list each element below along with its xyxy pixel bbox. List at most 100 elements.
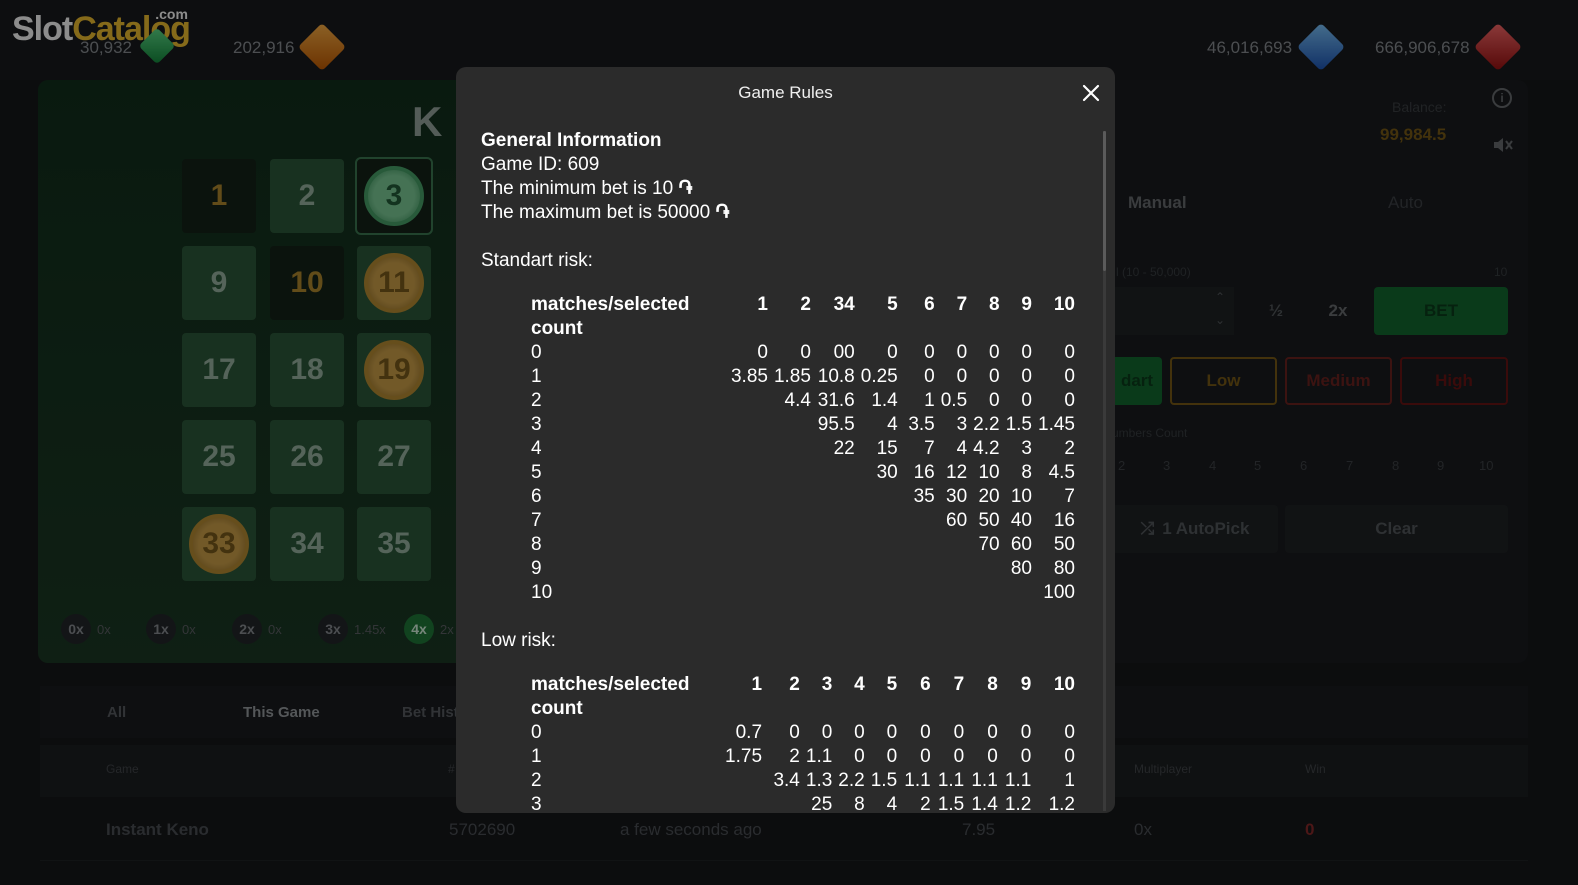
row-match-count: 5 xyxy=(531,462,542,483)
modal-header: Game Rules xyxy=(456,67,1115,119)
payout-cell: 0 xyxy=(1064,722,1075,743)
rules-content: General Information Game ID: 609 The min… xyxy=(481,129,1081,813)
payout-cell: 16 xyxy=(913,462,935,483)
table-col-header: 1 xyxy=(757,294,768,315)
payout-cell: 80 xyxy=(1010,558,1032,579)
payout-cell: 0 xyxy=(989,390,1000,411)
payout-cell: 00 xyxy=(833,342,855,363)
row-match-count: 4 xyxy=(531,438,542,459)
row-match-count: 9 xyxy=(531,558,542,579)
payout-cell: 60 xyxy=(946,510,968,531)
row-match-count: 1 xyxy=(531,366,542,387)
table-col-header: 7 xyxy=(953,674,965,695)
payout-cell: 1.4 xyxy=(871,390,898,411)
payout-cell: 0 xyxy=(956,342,968,363)
table-row: 6 35 30 20 10 7 xyxy=(531,485,1081,509)
payout-cell: 0 xyxy=(854,722,865,743)
payout-cell: 2 xyxy=(920,794,931,813)
payout-cell: 0 xyxy=(854,746,865,767)
payout-cell: 0 xyxy=(1020,746,1032,767)
payout-cell xyxy=(774,509,817,533)
payout-cell: 1.1 xyxy=(904,770,931,791)
payout-cell: 20 xyxy=(978,486,1000,507)
payout-cell: 0 xyxy=(920,746,931,767)
table-col-header: 6 xyxy=(924,294,935,315)
payout-cell: 1.1 xyxy=(937,770,965,791)
payout-cell: 22 xyxy=(833,438,855,459)
payout-cell: 2 xyxy=(1064,438,1075,459)
payout-cell xyxy=(725,769,768,793)
scrollbar-thumb[interactable] xyxy=(1103,131,1106,271)
payout-cell: 0.7 xyxy=(735,722,763,743)
payout-cell xyxy=(861,485,904,509)
payout-cell xyxy=(774,533,817,557)
payout-cell: 0 xyxy=(987,722,998,743)
row-match-count: 3 xyxy=(531,414,542,435)
payout-cell: 0 xyxy=(821,722,833,743)
table-col-header: 5 xyxy=(886,674,898,695)
payout-cell: 4.2 xyxy=(973,438,1000,459)
table-row: 1 1.75 2 1.1 0 0 0 0 0 0 0 xyxy=(531,745,1081,769)
table-row: 1 3.85 1.85 10.8 0.25 0 0 0 0 0 xyxy=(531,365,1081,389)
payout-cell: 1.4 xyxy=(971,794,998,813)
table-row: 3 25 8 4 2 1.5 1.4 1.2 1.2 xyxy=(531,793,1081,813)
payout-cell: 0 xyxy=(789,722,800,743)
close-button[interactable] xyxy=(1077,79,1105,107)
payout-cell: 2.2 xyxy=(838,770,865,791)
payout-cell xyxy=(774,461,817,485)
payout-cell: 12 xyxy=(946,462,968,483)
payout-cell: 0 xyxy=(1020,722,1032,743)
table-header-label: matches/selected count xyxy=(531,674,690,719)
payout-cell: 0 xyxy=(886,722,898,743)
payout-cell: 0 xyxy=(887,342,898,363)
payout-cell: 16 xyxy=(1053,510,1075,531)
table-col-header: 6 xyxy=(920,674,931,695)
row-match-count: 10 xyxy=(531,582,553,603)
payout-cell xyxy=(730,389,774,413)
payout-cell: 80 xyxy=(1053,558,1075,579)
table-col-header: 10 xyxy=(1053,294,1075,315)
payout-cell: 3 xyxy=(1021,438,1032,459)
payout-cell xyxy=(1006,581,1038,605)
table-col-header: 8 xyxy=(987,674,998,695)
payout-cell: 0 xyxy=(1021,342,1032,363)
payout-cell: 4.5 xyxy=(1048,462,1075,483)
payout-cell: 3 xyxy=(956,414,968,435)
payout-cell xyxy=(817,581,861,605)
payout-cell xyxy=(774,437,817,461)
payout-cell xyxy=(861,533,904,557)
payout-cell: 4 xyxy=(956,438,968,459)
payout-cell: 1 xyxy=(1064,770,1075,791)
payout-cell: 0 xyxy=(953,722,965,743)
payout-cell xyxy=(904,581,941,605)
table-col-header: 1 xyxy=(751,674,763,695)
payout-cell: 50 xyxy=(1053,534,1075,555)
table-col-header: 34 xyxy=(833,294,855,315)
payout-cell: 1.1 xyxy=(971,770,998,791)
payout-cell: 2.2 xyxy=(973,414,1000,435)
payout-cell: 100 xyxy=(1043,582,1075,603)
row-match-count: 2 xyxy=(531,770,542,791)
payout-cell xyxy=(768,793,806,813)
payout-cell: 8 xyxy=(854,794,865,813)
payout-cell: 0 xyxy=(989,342,1000,363)
payout-cell xyxy=(730,557,774,581)
payout-cell xyxy=(861,509,904,533)
table-row: 10 100 xyxy=(531,581,1081,605)
row-match-count: 3 xyxy=(531,794,542,813)
payout-cell xyxy=(861,581,904,605)
table-col-header: 8 xyxy=(989,294,1000,315)
modal-title: Game Rules xyxy=(738,83,833,102)
payout-cell: 4 xyxy=(887,414,898,435)
table-row: 0 0 0 00 0 0 0 0 0 0 xyxy=(531,341,1081,365)
payout-cell xyxy=(941,557,973,581)
payout-cell: 1.45 xyxy=(1038,414,1075,435)
row-match-count: 7 xyxy=(531,510,542,531)
payout-cell: 30 xyxy=(876,462,898,483)
payout-cell: 4 xyxy=(886,794,898,813)
payout-cell: 1.85 xyxy=(773,366,811,387)
row-match-count: 6 xyxy=(531,486,542,507)
payout-cell xyxy=(774,581,817,605)
payout-cell: 0 xyxy=(1064,342,1075,363)
payout-cell: 30 xyxy=(946,486,968,507)
